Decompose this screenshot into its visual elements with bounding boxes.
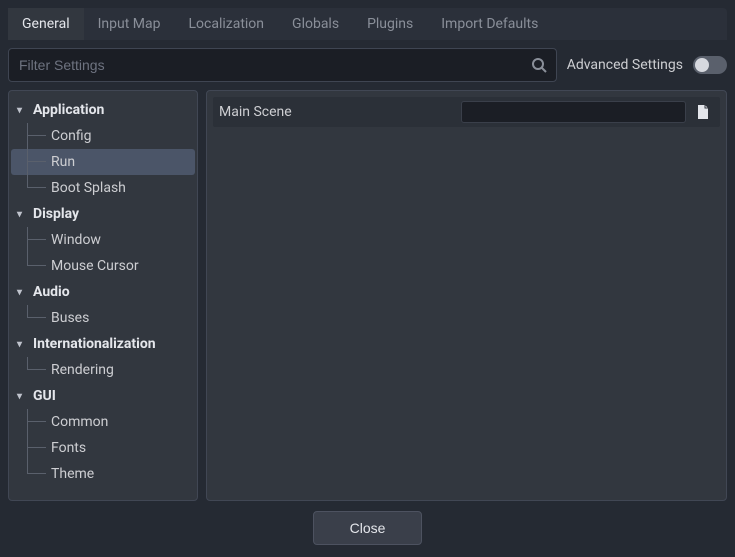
tab-input-map[interactable]: Input Map [84, 8, 175, 40]
search-wrap [8, 48, 557, 82]
advanced-settings-toggle[interactable] [693, 56, 727, 74]
tree-item-fonts[interactable]: Fonts [9, 435, 197, 461]
advanced-settings-label: Advanced Settings [567, 57, 683, 73]
chevron-down-icon: ▾ [17, 391, 29, 402]
settings-category-tree[interactable]: ▾ Application ConfigRunBoot Splash ▾ Display… [8, 90, 198, 501]
chevron-down-icon: ▾ [17, 339, 29, 350]
tab-plugins[interactable]: Plugins [353, 8, 427, 40]
tree-item-rendering[interactable]: Rendering [9, 357, 197, 383]
toolbar: Advanced Settings [8, 40, 727, 90]
chevron-down-icon: ▾ [17, 105, 29, 116]
main-area: ▾ Application ConfigRunBoot Splash ▾ Display… [8, 90, 727, 501]
footer: Close [8, 501, 727, 549]
tab-general[interactable]: General [8, 8, 84, 40]
category-label: Internationalization [33, 336, 156, 352]
file-picker-button[interactable] [692, 101, 714, 123]
tree-item-window[interactable]: Window [9, 227, 197, 253]
category-audio[interactable]: ▾ Audio [9, 279, 197, 305]
category-label: Audio [33, 284, 70, 300]
chevron-down-icon: ▾ [17, 209, 29, 220]
setting-row: Main Scene [213, 97, 720, 127]
tree-item-config[interactable]: Config [9, 123, 197, 149]
category-application[interactable]: ▾ Application [9, 97, 197, 123]
tree-item-common[interactable]: Common [9, 409, 197, 435]
tab-localization[interactable]: Localization [174, 8, 278, 40]
category-label: Application [33, 102, 104, 118]
category-display[interactable]: ▾ Display [9, 201, 197, 227]
tab-import-defaults[interactable]: Import Defaults [427, 8, 552, 40]
setting-label: Main Scene [219, 104, 461, 120]
tree-item-run[interactable]: Run [11, 149, 195, 175]
settings-content: Main Scene [206, 90, 727, 501]
filter-settings-input[interactable] [8, 48, 557, 82]
tab-globals[interactable]: Globals [278, 8, 353, 40]
close-button[interactable]: Close [313, 511, 423, 545]
tab-bar: GeneralInput MapLocalizationGlobalsPlugi… [8, 8, 727, 40]
category-label: GUI [33, 388, 56, 404]
tree-item-theme[interactable]: Theme [9, 461, 197, 487]
file-icon [695, 104, 711, 120]
category-gui[interactable]: ▾ GUI [9, 383, 197, 409]
setting-value-input[interactable] [461, 101, 686, 123]
chevron-down-icon: ▾ [17, 287, 29, 298]
tree-item-boot-splash[interactable]: Boot Splash [9, 175, 197, 201]
tree-item-mouse-cursor[interactable]: Mouse Cursor [9, 253, 197, 279]
category-label: Display [33, 206, 79, 222]
category-internationalization[interactable]: ▾ Internationalization [9, 331, 197, 357]
tree-item-buses[interactable]: Buses [9, 305, 197, 331]
